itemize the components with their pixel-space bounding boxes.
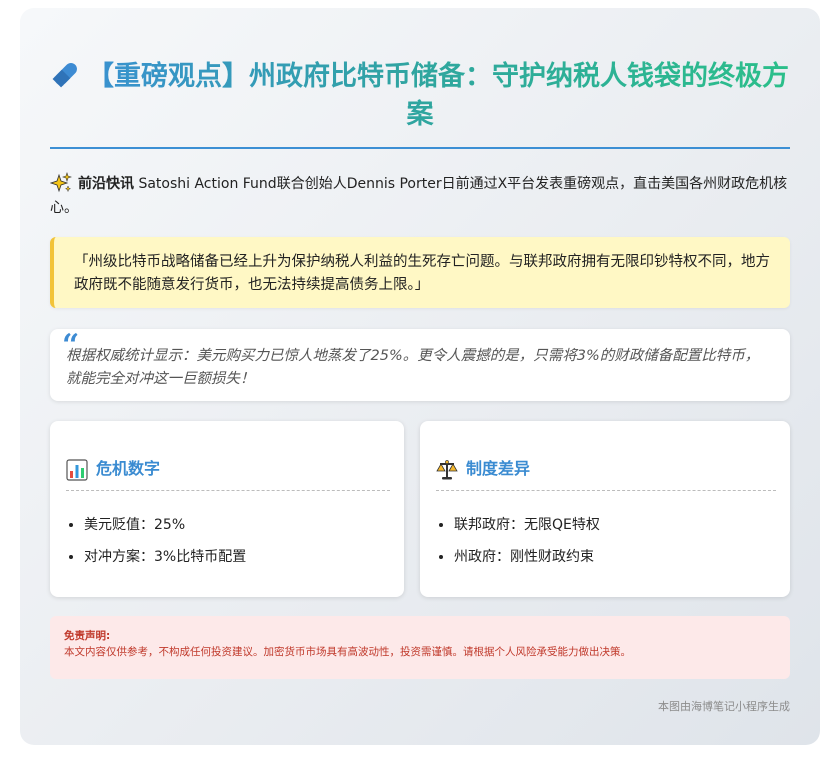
stat-callout: “ 根据权威统计显示：美元购买力已惊人地蒸发了25%。更令人震撼的是，只需将3%…	[50, 329, 790, 401]
list-item: 美元贬值：25%	[84, 509, 246, 541]
sparkles-icon	[50, 172, 72, 193]
intro-tag: 前沿快讯	[78, 176, 134, 192]
page-title: 【重磅观点】州政府比特币储备：守护纳税人钱袋的终极方案	[50, 58, 790, 134]
list-item: 对冲方案：3%比特币配置	[84, 541, 246, 573]
disclaimer-title: 免责声明:	[64, 630, 111, 642]
stat-text: 根据权威统计显示：美元购买力已惊人地蒸发了25%。更令人震撼的是，只需将3%的财…	[66, 348, 760, 387]
title-block: 【重磅观点】州政府比特币储备：守护纳税人钱袋的终极方案	[50, 58, 790, 134]
disclaimer-box: 免责声明: 本文内容仅供参考，不构成任何投资建议。加密货币市场具有高波动性，投资…	[50, 616, 790, 679]
disclaimer-text: 本文内容仅供参考，不构成任何投资建议。加密货币市场具有高波动性，投资需谨慎。请根…	[64, 646, 631, 658]
intro-text: Satoshi Action Fund联合创始人Dennis Porter日前通…	[50, 176, 788, 216]
panel-list: 联邦政府：无限QE特权 州政府：刚性财政约束	[454, 509, 600, 573]
scales-icon	[436, 460, 458, 480]
bar-chart-icon	[66, 459, 88, 481]
panel-header: 制度差异	[436, 457, 776, 491]
quote-mark-icon: “	[62, 328, 80, 363]
article-card: 【重磅观点】州政府比特币储备：守护纳税人钱袋的终极方案 前沿快讯 Satoshi…	[20, 8, 820, 745]
pill-icon	[52, 63, 77, 88]
panel-title: 制度差异	[466, 459, 531, 478]
panel-institutional-difference: 制度差异 联邦政府：无限QE特权 州政府：刚性财政约束	[420, 421, 790, 597]
key-quote: 「州级比特币战略储备已经上升为保护纳税人利益的生死存亡问题。与联邦政府拥有无限印…	[50, 237, 790, 308]
panel-header: 危机数字	[66, 457, 390, 491]
intro-paragraph: 前沿快讯 Satoshi Action Fund联合创始人Dennis Port…	[50, 172, 790, 220]
panel-crisis-numbers: 危机数字 美元贬值：25% 对冲方案：3%比特币配置	[50, 421, 404, 597]
title-divider	[50, 147, 790, 149]
list-item: 州政府：刚性财政约束	[454, 541, 600, 573]
title-text: 【重磅观点】州政府比特币储备：守护纳税人钱袋的终极方案	[87, 61, 789, 130]
footer-credit: 本图由海博笔记小程序生成	[658, 700, 790, 713]
list-item: 联邦政府：无限QE特权	[454, 509, 600, 541]
panel-list: 美元贬值：25% 对冲方案：3%比特币配置	[84, 509, 246, 573]
key-quote-text: 「州级比特币战略储备已经上升为保护纳税人利益的生死存亡问题。与联邦政府拥有无限印…	[74, 254, 770, 293]
panel-title: 危机数字	[96, 459, 161, 478]
